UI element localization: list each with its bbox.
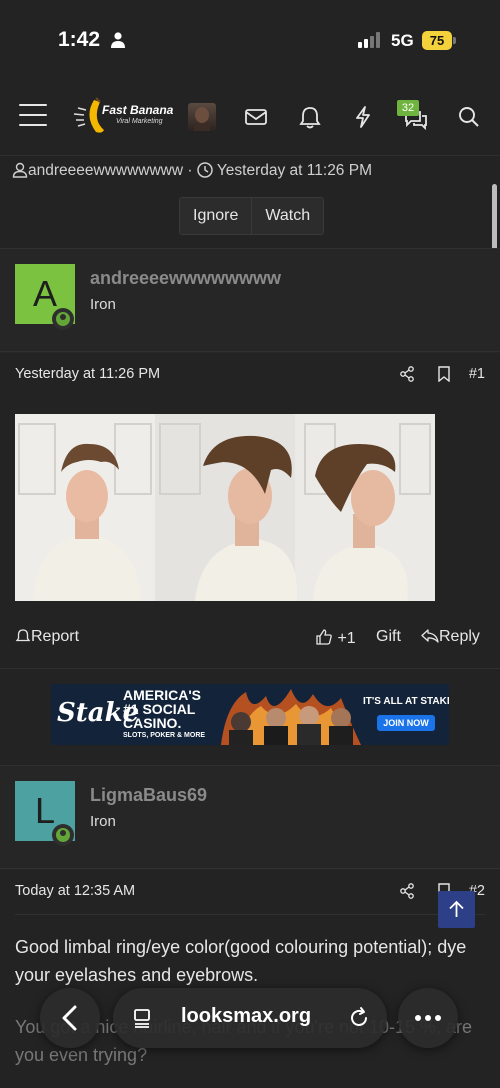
divider — [0, 351, 500, 352]
ad-headline-1: AMERICA'S — [123, 687, 201, 703]
divider — [0, 668, 500, 669]
share-icon[interactable] — [399, 366, 415, 382]
arrow-up-icon — [449, 900, 464, 917]
user-rank: Iron — [90, 296, 116, 313]
network-label: 5G — [391, 31, 414, 50]
bell-icon[interactable] — [297, 104, 323, 130]
reply-label: Reply — [439, 628, 480, 645]
reaction-count: +1 — [337, 630, 356, 647]
chevron-left-icon — [62, 1005, 77, 1031]
post-1-footer: Report +1 Gift Reply — [15, 628, 485, 652]
thread-author[interactable]: andreeeewwwwwwww — [28, 162, 183, 179]
reload-icon[interactable] — [347, 1006, 371, 1030]
reply-button[interactable]: Reply — [421, 628, 480, 646]
status-time: 1:42 — [58, 28, 101, 51]
post-username[interactable]: andreeeewwwwwwww — [90, 268, 281, 289]
address-bar[interactable]: looksmax.org — [113, 988, 387, 1048]
ad-headline-2: #1 SOCIAL — [123, 701, 196, 717]
online-status-icon — [52, 308, 74, 330]
account-avatar[interactable] — [188, 103, 216, 131]
thread-date[interactable]: Yesterday at 11:26 PM — [217, 162, 372, 179]
post-actions: #1 — [399, 363, 485, 385]
signal-icon — [358, 32, 380, 48]
site-header: Fast Banana Viral Marketing — [0, 80, 500, 156]
post-number[interactable]: #1 — [469, 366, 485, 382]
post-1-user-block: A andreeeewwwwwwww Iron — [0, 249, 500, 353]
bell-report-icon — [15, 629, 31, 642]
logo-subtitle: Viral Marketing — [116, 118, 163, 125]
post-date[interactable]: Today at 12:35 AM — [15, 883, 135, 899]
divider — [15, 914, 485, 915]
scroll-to-top-button[interactable] — [438, 891, 475, 928]
logo-title: Fast Banana — [102, 103, 174, 117]
post-body: Good limbal ring/eye color(good colourin… — [15, 937, 467, 985]
reader-icon[interactable] — [131, 1006, 155, 1030]
person-icon — [111, 32, 125, 48]
divider — [0, 868, 500, 869]
ad-headline-3: CASINO. — [123, 715, 182, 731]
post-image[interactable] — [15, 414, 435, 601]
report-label: Report — [31, 628, 80, 645]
ad-right-title: IT'S ALL AT STAKE — [363, 696, 449, 707]
gift-button[interactable]: Gift — [376, 628, 401, 646]
user-icon — [12, 162, 28, 178]
post-2-user-block: L LigmaBaus69 Iron — [0, 766, 500, 870]
menu-icon[interactable] — [19, 104, 47, 126]
meta-separator: · — [187, 162, 193, 179]
search-icon[interactable] — [456, 104, 482, 130]
thread-meta: andreeeewwwwwwww · Yesterday at 11:26 PM — [12, 162, 372, 184]
share-icon[interactable] — [399, 883, 415, 899]
watch-button[interactable]: Watch — [251, 198, 324, 234]
ad-banner[interactable]: Stake AMERICA'S #1 SOCIAL CASINO. SLOTS,… — [51, 684, 449, 745]
thread-button-group: Ignore Watch — [179, 197, 325, 235]
conversations-badge: 32 — [397, 100, 419, 116]
back-button[interactable] — [40, 988, 100, 1048]
inbox-icon[interactable] — [243, 104, 269, 130]
lightning-icon[interactable] — [350, 104, 376, 130]
post-username[interactable]: LigmaBaus69 — [90, 785, 207, 806]
status-bar: 1:42 5G 75 — [0, 0, 500, 80]
report-button[interactable]: Report — [15, 628, 79, 646]
ad-tagline: SLOTS, POKER & MORE — [123, 732, 206, 739]
user-rank: Iron — [90, 813, 116, 830]
url-text: looksmax.org — [181, 1005, 312, 1027]
ad-cta-button[interactable]: JOIN NOW — [377, 715, 435, 731]
clock-icon — [197, 162, 213, 178]
ellipsis-icon — [415, 1015, 441, 1021]
site-logo[interactable]: Fast Banana Viral Marketing — [72, 96, 180, 136]
battery-level: 75 — [422, 31, 452, 50]
reply-icon — [421, 629, 439, 643]
like-button[interactable]: +1 — [315, 628, 356, 648]
post-date[interactable]: Yesterday at 11:26 PM — [15, 366, 160, 382]
bookmark-icon[interactable] — [437, 366, 451, 382]
more-button[interactable] — [398, 988, 458, 1048]
battery-icon: 75 — [422, 31, 456, 50]
thumbs-up-icon — [316, 629, 332, 645]
online-status-icon — [52, 824, 74, 846]
ignore-button[interactable]: Ignore — [180, 198, 252, 234]
